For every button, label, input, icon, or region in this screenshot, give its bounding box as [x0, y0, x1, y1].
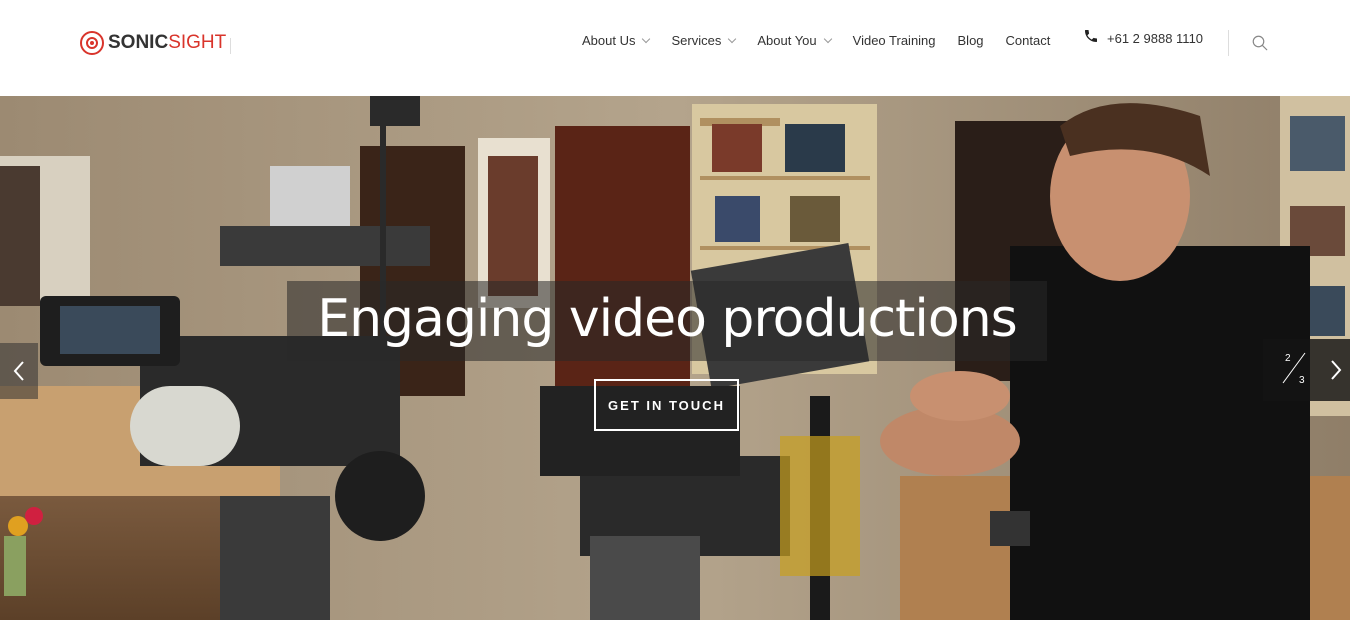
nav-item-label: About You — [757, 33, 817, 48]
header-divider — [1228, 30, 1229, 56]
chevron-right-icon — [1330, 360, 1341, 380]
nav-item-label: Contact — [1005, 33, 1051, 48]
chevron-down-icon — [728, 34, 737, 43]
nav-item-blog[interactable]: Blog — [958, 33, 984, 48]
get-in-touch-button[interactable]: GET IN TOUCH — [594, 379, 739, 431]
slide-total: 3 — [1299, 375, 1305, 386]
slide-counter: 2 3 — [1263, 339, 1321, 401]
nav-item-about-you[interactable]: About You — [757, 33, 832, 48]
slider-prev-button[interactable] — [0, 343, 38, 399]
chevron-down-icon — [642, 34, 651, 43]
search-icon — [1252, 35, 1268, 51]
logo-text-sonic: SONIC — [108, 32, 169, 53]
phone-number: +61 2 9888 1110 — [1107, 31, 1204, 46]
phone-icon — [1085, 29, 1097, 42]
chevron-down-icon — [823, 34, 832, 43]
nav-item-label: Video Training — [852, 33, 936, 48]
logo[interactable]: SONIC SIGHT — [80, 30, 231, 56]
main-nav: About Us Services About You Video Traini… — [582, 33, 1050, 48]
hero-slider: Engaging video productions GET IN TOUCH … — [0, 96, 1350, 620]
nav-item-services[interactable]: Services — [671, 33, 737, 48]
slider-next-button[interactable] — [1321, 339, 1350, 401]
logo-text-sight: SIGHT — [168, 32, 227, 53]
logo-divider — [230, 38, 231, 54]
nav-item-contact[interactable]: Contact — [1006, 33, 1051, 48]
logo-mark-icon — [80, 31, 104, 55]
nav-item-about-us[interactable]: About Us — [582, 33, 651, 48]
site-header: SONIC SIGHT About Us Services About You … — [0, 0, 1350, 96]
chevron-left-icon — [13, 361, 24, 381]
nav-item-label: About Us — [582, 33, 636, 48]
hero-caption: Engaging video productions — [317, 289, 1018, 349]
hero-caption-box: Engaging video productions — [287, 281, 1047, 361]
nav-item-label: Blog — [957, 33, 984, 48]
search-button[interactable] — [1251, 34, 1269, 57]
nav-item-label: Services — [671, 33, 722, 48]
nav-item-video-training[interactable]: Video Training — [853, 33, 936, 48]
phone-contact[interactable]: +61 2 9888 1110 — [1083, 29, 1204, 46]
